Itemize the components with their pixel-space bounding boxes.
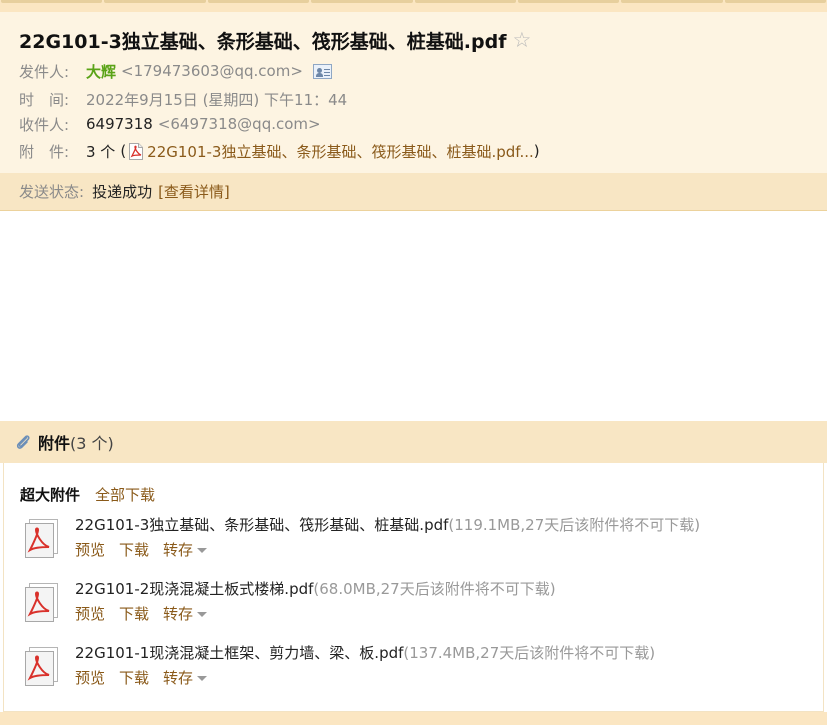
paperclip-icon: [16, 435, 30, 449]
attachment-actions: 预览 下载 转存: [75, 602, 208, 624]
to-label: 收件人:: [19, 115, 70, 134]
send-status-bar: 发送状态: 投递成功 [查看详情]: [0, 173, 827, 211]
attachment-name[interactable]: 22G101-2现浇混凝土板式楼梯.pdf: [75, 578, 313, 599]
recipient-email: <6497318@qq.com>: [157, 115, 321, 133]
attachment-name-row: 22G101-1现浇混凝土框架、剪力墙、梁、板.pdf (137.4MB,27天…: [75, 641, 655, 663]
star-icon[interactable]: ☆: [513, 28, 532, 52]
top-tab[interactable]: [207, 0, 310, 3]
sender-email: <179473603@qq.com>: [121, 62, 303, 80]
time-value: 2022年9月15日 (星期四) 下午11：44: [86, 90, 348, 109]
contact-card-icon[interactable]: [312, 63, 332, 79]
top-tab[interactable]: [414, 0, 516, 3]
attachments-total-count: (3 个): [70, 434, 114, 453]
send-status-label: 发送状态:: [19, 183, 85, 201]
attachments-header: 附件 (3 个): [0, 421, 827, 463]
save-to-link[interactable]: 转存: [163, 539, 193, 560]
to-row: 收件人: 6497318 <6497318@qq.com>: [19, 112, 321, 136]
send-status-value: 投递成功: [92, 183, 153, 201]
chevron-down-icon[interactable]: [197, 611, 208, 617]
preview-link[interactable]: 预览: [75, 603, 105, 624]
from-row: 发件人: 大辉 <179473603@qq.com>: [19, 59, 332, 83]
bottom-strip: [0, 712, 827, 725]
top-tab[interactable]: [1, 0, 103, 3]
attachment-name[interactable]: 22G101-1现浇混凝土框架、剪力墙、梁、板.pdf: [75, 642, 403, 663]
sender-name[interactable]: 大辉: [86, 61, 116, 82]
large-attachments-row: 超大附件 全部下载: [20, 483, 155, 505]
download-link[interactable]: 下载: [119, 539, 149, 560]
download-link[interactable]: 下载: [119, 603, 149, 624]
attachment-item: 22G101-1现浇混凝土框架、剪力墙、梁、板.pdf (137.4MB,27天…: [20, 641, 810, 699]
download-link[interactable]: 下载: [119, 667, 149, 688]
save-to-link[interactable]: 转存: [163, 667, 193, 688]
attachments-panel: 超大附件 全部下载 22G101-3独立基础、条形基础、筏形基础、桩基础.pdf…: [3, 463, 824, 712]
top-tab[interactable]: [311, 0, 413, 3]
pdf-file-icon: [128, 142, 144, 160]
from-label: 发件人:: [19, 62, 70, 81]
subject-text: 22G101-3独立基础、条形基础、筏形基础、桩基础.pdf: [19, 30, 507, 53]
attachment-size: (137.4MB,27天后该附件将不可下载): [403, 643, 656, 662]
pdf-file-icon[interactable]: [20, 581, 62, 623]
top-tab[interactable]: [621, 0, 723, 3]
attachment-size: (68.0MB,27天后该附件将不可下载): [313, 579, 556, 598]
mail-subject: 22G101-3独立基础、条形基础、筏形基础、桩基础.pdf ☆: [19, 26, 531, 54]
attachment-summary-link[interactable]: 22G101-3独立基础、条形基础、筏形基础、桩基础.pdf...: [147, 141, 534, 162]
view-details-link[interactable]: [查看详情]: [158, 181, 230, 202]
time-row: 时 间: 2022年9月15日 (星期四) 下午11：44: [19, 87, 347, 111]
chevron-down-icon[interactable]: [197, 547, 208, 553]
attachment-actions: 预览 下载 转存: [75, 538, 208, 560]
attachments-summary-row: 附 件: 3 个 ( 22G101-3独立基础、条形基础、筏形基础、桩基础.pd…: [19, 139, 540, 163]
pdf-file-icon[interactable]: [20, 517, 62, 559]
download-all-link[interactable]: 全部下载: [95, 484, 155, 505]
top-tab[interactable]: [104, 0, 206, 3]
attachment-name[interactable]: 22G101-3独立基础、条形基础、筏形基础、桩基础.pdf: [75, 514, 448, 535]
top-tab[interactable]: [517, 0, 620, 3]
time-label: 时 间:: [19, 90, 70, 109]
chevron-down-icon[interactable]: [197, 675, 208, 681]
recipient-name[interactable]: 6497318: [86, 115, 153, 133]
attachments-paren-open: (: [120, 142, 127, 160]
attachment-item: 22G101-3独立基础、条形基础、筏形基础、桩基础.pdf (119.1MB,…: [20, 513, 810, 571]
preview-link[interactable]: 预览: [75, 539, 105, 560]
mail-header: 22G101-3独立基础、条形基础、筏形基础、桩基础.pdf ☆ 发件人: 大辉…: [0, 12, 827, 174]
top-tab[interactable]: [724, 0, 826, 3]
top-tab-strip: [0, 0, 827, 12]
attachments-paren-close: ): [533, 142, 540, 160]
attachment-item: 22G101-2现浇混凝土板式楼梯.pdf (68.0MB,27天后该附件将不可…: [20, 577, 810, 635]
attachments-title: 附件: [38, 434, 71, 453]
attachments-count: 3 个: [86, 142, 116, 161]
pdf-file-icon[interactable]: [20, 645, 62, 687]
attachments-label: 附 件:: [19, 142, 70, 161]
attachment-name-row: 22G101-3独立基础、条形基础、筏形基础、桩基础.pdf (119.1MB,…: [75, 513, 700, 535]
attachment-name-row: 22G101-2现浇混凝土板式楼梯.pdf (68.0MB,27天后该附件将不可…: [75, 577, 556, 599]
attachment-size: (119.1MB,27天后该附件将不可下载): [448, 515, 701, 534]
save-to-link[interactable]: 转存: [163, 603, 193, 624]
preview-link[interactable]: 预览: [75, 667, 105, 688]
attachment-actions: 预览 下载 转存: [75, 666, 208, 688]
large-attachments-label: 超大附件: [20, 485, 81, 504]
